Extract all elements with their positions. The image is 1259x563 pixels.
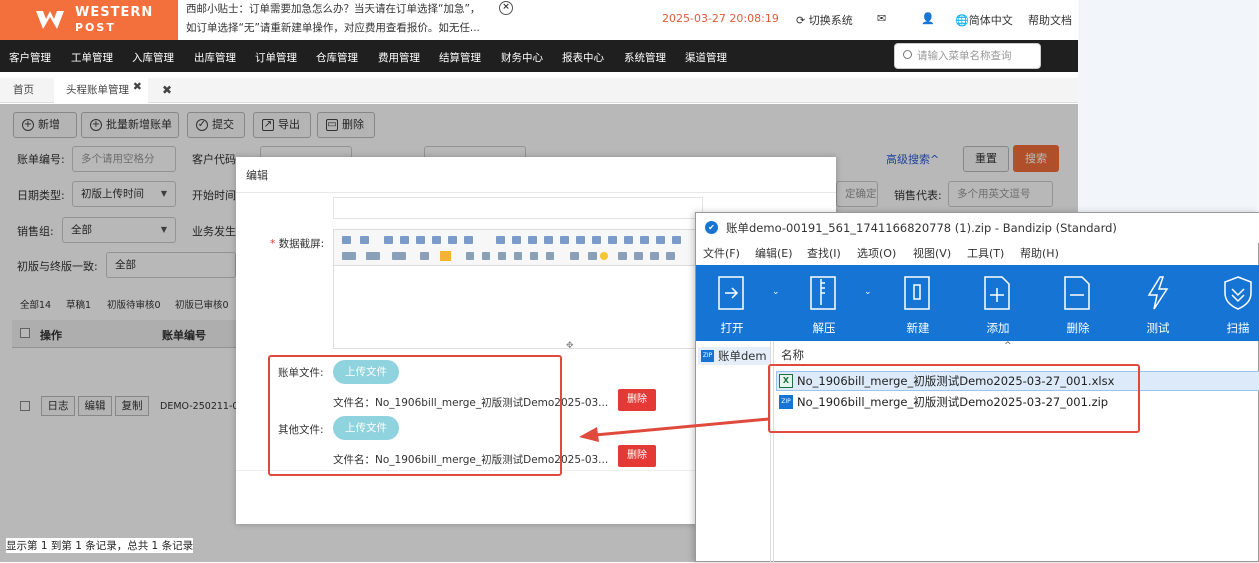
nav-item[interactable]: 结算管理 xyxy=(439,50,481,65)
menu-view[interactable]: 视图(V) xyxy=(913,243,951,265)
menu-find[interactable]: 查找(I) xyxy=(807,243,841,265)
bandizip-app-icon: ✔ xyxy=(705,221,718,234)
language-select[interactable]: 🌐简体中文 xyxy=(955,12,1013,28)
search-icon xyxy=(903,50,912,59)
data-screenshot-text: 数据截屏: xyxy=(278,238,325,250)
menu-file[interactable]: 文件(F) xyxy=(703,243,740,265)
extract-label: 解压 xyxy=(812,321,836,335)
bandizip-tree: ZIP 账单dem xyxy=(696,341,771,563)
editor-toolbar xyxy=(334,230,704,266)
delete-tool-label: 删除 xyxy=(1066,321,1090,335)
switch-system-label: 切换系统 xyxy=(808,14,853,27)
nav-item[interactable]: 入库管理 xyxy=(132,50,174,65)
nav-item[interactable]: 系统管理 xyxy=(624,50,666,65)
delete-file-icon xyxy=(1064,276,1090,310)
language-label: 简体中文 xyxy=(968,14,1013,27)
close-all-tabs-icon[interactable]: ✖ xyxy=(162,78,172,103)
sort-arrow-icon: ^ xyxy=(1004,341,1012,351)
menu-edit[interactable]: 编辑(E) xyxy=(755,243,793,265)
tree-root-item[interactable]: ZIP 账单dem xyxy=(698,347,770,365)
delete-other-file-button[interactable]: 删除 xyxy=(618,445,656,467)
globe-icon: 🌐 xyxy=(955,14,969,27)
add-file-icon xyxy=(984,276,1010,310)
user-icon[interactable]: 👤 xyxy=(921,12,935,25)
open-label: 打开 xyxy=(720,321,744,335)
pagination-info: 显示第 1 到第 1 条记录，总共 1 条记录 xyxy=(6,538,194,553)
scan-tool[interactable]: 扫描 xyxy=(1208,265,1259,341)
zip-archive-icon: ZIP xyxy=(701,350,714,362)
new-archive-icon xyxy=(904,276,930,310)
column-name-header[interactable]: 名称 xyxy=(781,347,804,363)
current-datetime: 2025-03-27 20:08:19 xyxy=(662,12,779,25)
menu-search-placeholder: 请输入菜单名称查询 xyxy=(917,50,1012,62)
dropdown-arrow-icon[interactable]: ⌄ xyxy=(864,287,872,297)
page-tabs: 首页 头程账单管理 ✖ ✖ xyxy=(0,78,1078,103)
bandizip-title: ✔ 账单demo-00191_561_1741166820778 (1).zip… xyxy=(696,213,1259,243)
nav-item[interactable]: 渠道管理 xyxy=(685,50,727,65)
tip-line1: 西邮小贴士：订单需要加急怎么办？当天请在订单选择“加急”， xyxy=(186,3,481,15)
tab-home[interactable]: 首页 xyxy=(13,78,34,103)
open-icon xyxy=(718,276,744,310)
delete-bill-file-button[interactable]: 删除 xyxy=(618,389,656,411)
annotation-box-bandizip xyxy=(768,364,1140,433)
add-tool[interactable]: 添加 xyxy=(968,265,1028,341)
brand-logo[interactable]: WESTERN POST xyxy=(0,0,178,40)
annotation-box-dialog xyxy=(268,355,562,476)
dialog-field[interactable] xyxy=(333,197,703,219)
delete-tool[interactable]: 删除 xyxy=(1048,265,1108,341)
nav-item[interactable]: 财务中心 xyxy=(501,50,543,65)
menu-help[interactable]: 帮助(H) xyxy=(1020,243,1059,265)
brand-line1: WESTERN xyxy=(75,5,154,20)
test-tool[interactable]: 测试 xyxy=(1128,265,1188,341)
tip-line2: 如订单选择“无”请重新建单操作，对应费用查看报价。如无任... xyxy=(186,22,480,34)
tab-bill-label: 头程账单管理 xyxy=(66,84,129,96)
nav-item[interactable]: 费用管理 xyxy=(378,50,420,65)
nav-item[interactable]: 订单管理 xyxy=(255,50,297,65)
dropdown-arrow-icon[interactable]: ⌄ xyxy=(772,287,780,297)
new-label: 新建 xyxy=(906,321,930,335)
extract-icon xyxy=(810,276,836,310)
tab-bill-management[interactable]: 头程账单管理 ✖ xyxy=(54,78,148,103)
rich-text-editor[interactable] xyxy=(333,229,704,349)
test-label: 测试 xyxy=(1146,321,1170,335)
nav-item[interactable]: 工单管理 xyxy=(71,50,113,65)
mail-icon[interactable]: ✉ xyxy=(877,12,886,25)
open-tool[interactable]: 打开 ⌄ xyxy=(702,265,780,341)
new-tool[interactable]: 新建 xyxy=(888,265,948,341)
bandizip-title-text: 账单demo-00191_561_1741166820778 (1).zip -… xyxy=(726,221,1117,235)
data-screenshot-label: * 数据截屏: xyxy=(270,238,325,250)
tree-root-label: 账单dem xyxy=(718,349,767,363)
editor-toolbar-icons[interactable] xyxy=(340,234,696,264)
bandizip-menubar: 文件(F) 编辑(E) 查找(I) 选项(O) 视图(V) 工具(T) 帮助(H… xyxy=(696,243,1259,265)
tab-close-icon[interactable]: ✖ xyxy=(133,74,142,99)
nav-item[interactable]: 出库管理 xyxy=(194,50,236,65)
menu-search-input[interactable]: 请输入菜单名称查询 xyxy=(894,43,1041,69)
nav-item[interactable]: 客户管理 xyxy=(9,50,51,65)
tip-close-icon[interactable]: × xyxy=(499,1,513,15)
resize-handle-icon[interactable]: ✥ xyxy=(566,341,574,351)
tip-banner: 西邮小贴士：订单需要加急怎么办？当天请在订单选择“加急”， 如订单选择“无”请重… xyxy=(186,0,496,38)
logo-mark-icon xyxy=(36,11,64,29)
menu-tools[interactable]: 工具(T) xyxy=(967,243,1004,265)
help-doc-link[interactable]: 帮助文档 xyxy=(1028,12,1072,28)
lightning-icon xyxy=(1147,276,1169,310)
dialog-title: 编辑 xyxy=(236,157,836,193)
nav-item[interactable]: 仓库管理 xyxy=(316,50,358,65)
menu-options[interactable]: 选项(O) xyxy=(857,243,896,265)
shield-icon xyxy=(1224,276,1252,310)
nav-item[interactable]: 报表中心 xyxy=(562,50,604,65)
extract-tool[interactable]: 解压 ⌄ xyxy=(794,265,872,341)
refresh-icon: ⟳ xyxy=(796,14,809,27)
bandizip-toolbar: 打开 ⌄ 解压 ⌄ 新建 添加 删除 测试 扫描 xyxy=(696,265,1259,341)
top-bar: WESTERN POST 西邮小贴士：订单需要加急怎么办？当天请在订单选择“加急… xyxy=(0,0,1078,40)
switch-system-link[interactable]: ⟳ 切换系统 xyxy=(796,12,853,28)
scan-label: 扫描 xyxy=(1226,321,1250,335)
add-label: 添加 xyxy=(986,321,1010,335)
annotation-arrow-icon xyxy=(579,417,770,442)
brand-line2: POST xyxy=(75,21,116,34)
